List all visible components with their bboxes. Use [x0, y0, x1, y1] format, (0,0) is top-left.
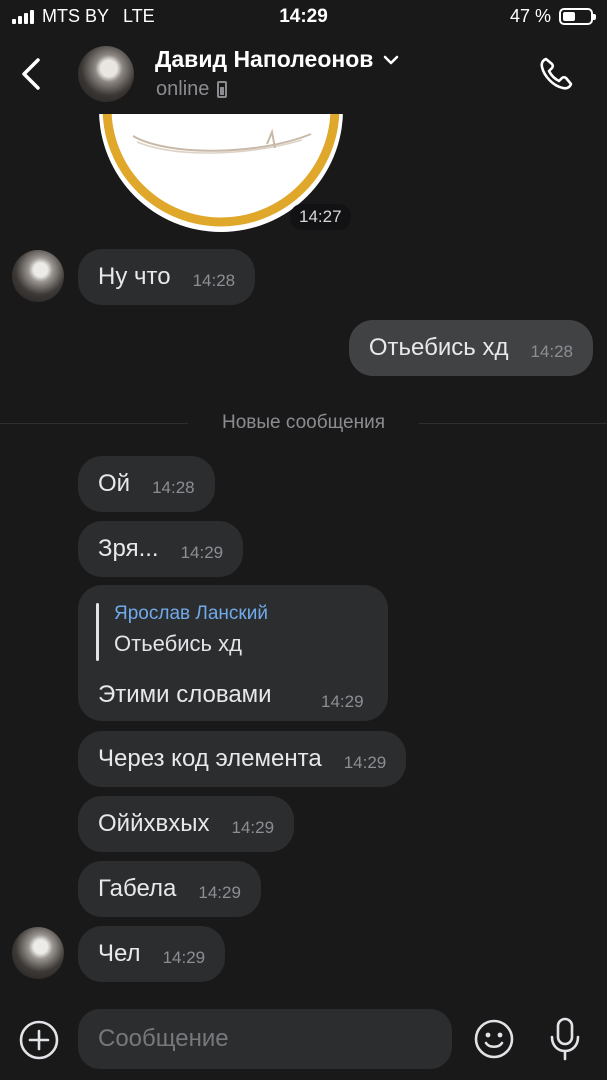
status-bar: MTS BY LTE 14:29 47 %	[0, 0, 607, 34]
contact-name-label: Давид Наполеонов	[155, 46, 374, 72]
sender-avatar[interactable]	[12, 250, 64, 302]
message-text: Отьебись хд	[368, 334, 509, 361]
message-time: 14:29	[180, 543, 224, 562]
message-bubble[interactable]: Оййхвхых 14:29	[78, 796, 295, 852]
message-bubble[interactable]: Габела 14:29	[78, 861, 261, 917]
message-input[interactable]	[78, 1009, 452, 1069]
message-time: 14:28	[152, 478, 195, 497]
message-text: Этими словами	[98, 681, 272, 708]
sticker-time: 14:27	[290, 204, 351, 230]
divider-line	[419, 423, 607, 424]
reply-message-bubble[interactable]: Ярослав Ланский Отьебись хд Этими словам…	[78, 585, 388, 721]
message-composer	[0, 1000, 607, 1080]
call-icon[interactable]	[536, 54, 576, 94]
contact-status-label: online	[156, 78, 210, 100]
message-text: Зря...	[98, 535, 159, 562]
message-bubble[interactable]: Зря... 14:29	[78, 521, 244, 577]
chevron-down-icon[interactable]	[383, 55, 399, 65]
message-text: Ой	[98, 470, 131, 497]
battery-icon	[559, 8, 596, 25]
message-bubble[interactable]: Через код элемента 14:29	[78, 731, 407, 787]
message-text: Ну что	[98, 263, 171, 290]
message-bubble[interactable]: Чел 14:29	[78, 926, 226, 982]
message-time: 14:28	[192, 271, 236, 290]
message-time: 14:29	[343, 753, 387, 772]
phone-icon	[217, 81, 228, 98]
message-bubble[interactable]: Ну что 14:28	[78, 249, 256, 305]
message-text: Через код элемента	[98, 745, 322, 772]
message-time: 14:29	[162, 948, 206, 967]
reply-author[interactable]: Ярослав Ланский	[114, 603, 268, 625]
reply-quote-bar	[96, 603, 99, 661]
message-text: Оййхвхых	[98, 810, 210, 837]
reply-quote-text[interactable]: Отьебись хд	[114, 631, 242, 657]
emoji-icon[interactable]	[473, 1018, 515, 1060]
message-text: Габела	[98, 875, 177, 902]
sender-avatar[interactable]	[12, 927, 64, 979]
contact-avatar[interactable]	[78, 46, 134, 102]
new-messages-divider: Новые сообщения	[0, 410, 607, 436]
contact-name[interactable]: Давид Наполеонов	[155, 46, 399, 73]
plus-icon[interactable]	[18, 1019, 60, 1061]
message-time: 14:29	[321, 692, 364, 711]
message-text: Чел	[98, 940, 141, 967]
message-time: 14:29	[231, 818, 275, 837]
chat-header: Давид Наполеонов online	[0, 34, 607, 114]
contact-status: online	[156, 78, 228, 101]
message-time: 14:28	[530, 342, 573, 361]
back-chevron-icon[interactable]	[16, 54, 48, 94]
message-time: 14:29	[198, 883, 241, 902]
message-bubble[interactable]: Ой 14:28	[78, 456, 215, 512]
microphone-icon[interactable]	[547, 1016, 583, 1062]
battery-percent: 47 %	[509, 6, 551, 26]
message-bubble-outgoing[interactable]: Отьебись хд 14:28	[348, 320, 593, 376]
